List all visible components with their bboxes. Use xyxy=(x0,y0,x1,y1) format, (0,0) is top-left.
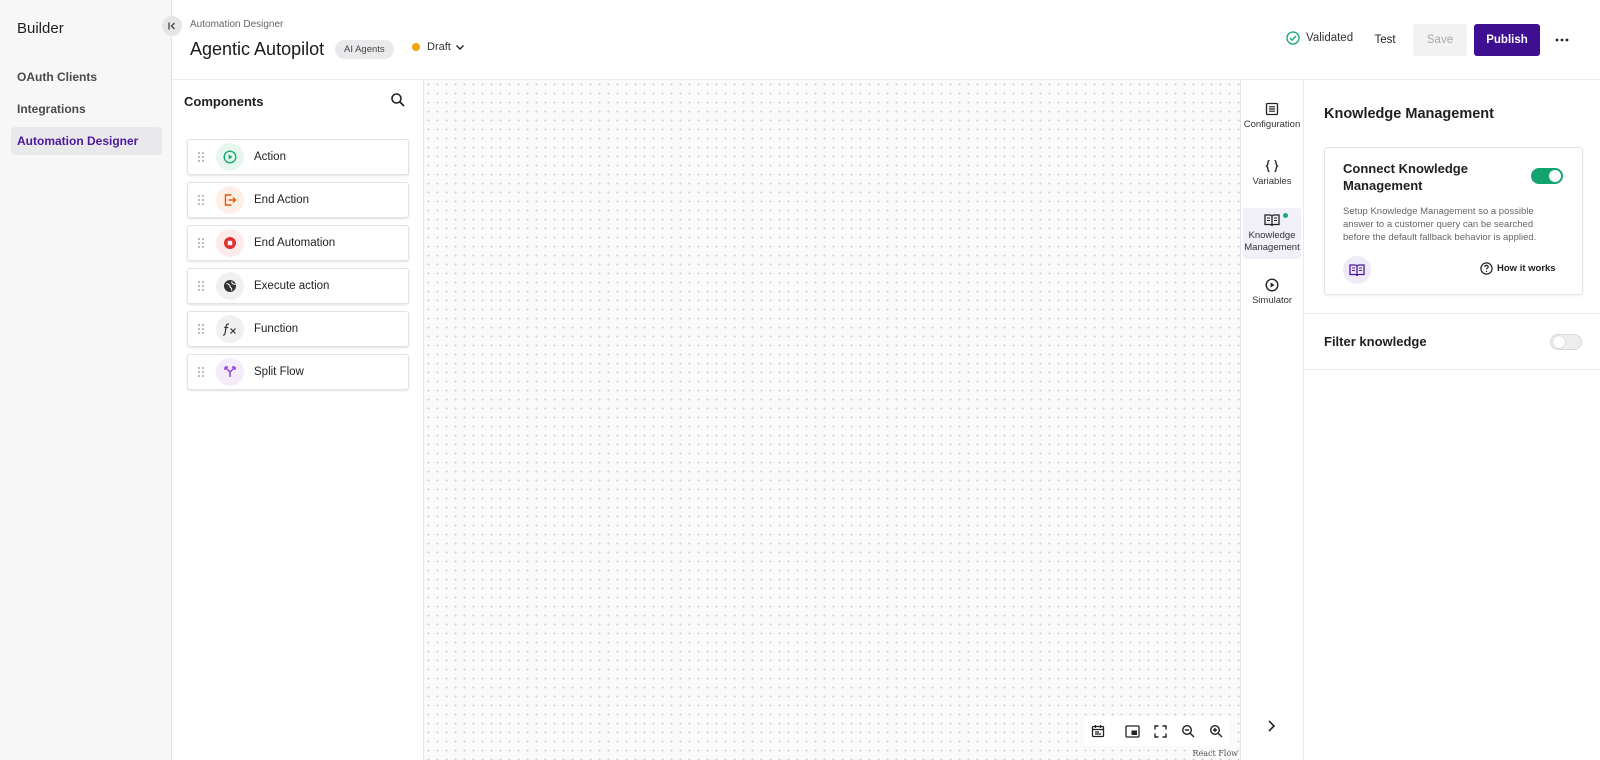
component-label: Action xyxy=(254,151,286,163)
filter-knowledge-toggle[interactable] xyxy=(1550,334,1582,350)
list-icon xyxy=(1265,102,1279,116)
drag-handle-icon[interactable] xyxy=(196,237,206,249)
sidebar-nav: OAuth Clients Integrations Automation De… xyxy=(11,63,162,159)
split-icon xyxy=(216,358,244,386)
toggle-knob xyxy=(1553,336,1565,348)
rail-label: Variables xyxy=(1252,176,1292,187)
check-circle-icon xyxy=(1286,31,1300,45)
component-action[interactable]: Action xyxy=(187,139,409,175)
globe-icon xyxy=(216,272,244,300)
component-label: Split Flow xyxy=(254,366,304,378)
chevron-right-icon xyxy=(1268,720,1276,732)
test-button[interactable]: Test xyxy=(1361,24,1409,56)
knowledge-book-badge xyxy=(1343,256,1371,284)
filter-knowledge-row: Filter knowledge xyxy=(1304,314,1600,370)
calendar-button[interactable] xyxy=(1084,716,1112,746)
page-title: Agentic Autopilot xyxy=(190,39,325,59)
component-execute-action[interactable]: Execute action xyxy=(187,268,409,304)
component-function[interactable]: Function xyxy=(187,311,409,347)
chevron-down-icon xyxy=(455,45,464,50)
calendar-icon xyxy=(1091,725,1105,738)
flow-canvas[interactable]: React Flow xyxy=(424,80,1240,760)
right-icon-rail: Configuration Variables Knowledge Manage… xyxy=(1240,80,1304,760)
play-circle-icon xyxy=(216,143,244,171)
connect-knowledge-toggle[interactable] xyxy=(1531,168,1563,184)
component-end-action[interactable]: End Action xyxy=(187,182,409,218)
filter-knowledge-label: Filter knowledge xyxy=(1324,334,1427,349)
knowledge-management-panel: Knowledge Management Connect Knowledge M… xyxy=(1304,80,1600,760)
sidebar-item-automation-designer[interactable]: Automation Designer xyxy=(11,127,162,155)
zoom-out-icon xyxy=(1181,724,1195,738)
rail-label: Simulator xyxy=(1251,295,1293,306)
drag-handle-icon[interactable] xyxy=(196,151,206,163)
connect-knowledge-card: Connect Knowledge Management Setup Knowl… xyxy=(1324,147,1583,295)
collapse-sidebar-button[interactable] xyxy=(162,16,182,36)
components-search-button[interactable] xyxy=(390,92,408,110)
save-button[interactable]: Save xyxy=(1413,24,1467,56)
component-label: End Automation xyxy=(254,237,336,249)
panel-title: Knowledge Management xyxy=(1324,106,1494,122)
exit-icon xyxy=(216,186,244,214)
minimap-icon xyxy=(1124,724,1140,738)
rail-item-knowledge-management[interactable]: Knowledge Management xyxy=(1243,208,1301,259)
search-icon xyxy=(391,93,405,107)
card-title: Connect Knowledge Management xyxy=(1343,161,1468,193)
how-it-works-label: How it works xyxy=(1497,263,1556,274)
toggle-knob xyxy=(1549,170,1561,182)
components-title: Components xyxy=(184,94,264,109)
components-panel: Components Action End Action End Automat… xyxy=(172,80,424,760)
sidebar-item-integrations[interactable]: Integrations xyxy=(11,95,162,123)
draft-status-dot xyxy=(412,43,420,51)
book-icon xyxy=(1264,214,1280,227)
breadcrumb[interactable]: Automation Designer xyxy=(190,19,283,30)
component-label: Execute action xyxy=(254,280,330,292)
help-circle-icon xyxy=(1480,262,1493,275)
component-split-flow[interactable]: Split Flow xyxy=(187,354,409,390)
collapse-left-icon xyxy=(168,22,175,30)
rail-label: Knowledge Management xyxy=(1244,230,1300,254)
component-end-automation[interactable]: End Automation xyxy=(187,225,409,261)
zoom-in-button[interactable] xyxy=(1202,716,1230,746)
drag-handle-icon[interactable] xyxy=(196,280,206,292)
component-label: Function xyxy=(254,323,299,335)
fit-view-button[interactable] xyxy=(1146,716,1174,746)
category-tag: AI Agents xyxy=(335,40,394,59)
more-horizontal-icon xyxy=(1555,38,1569,42)
rail-item-simulator[interactable]: Simulator xyxy=(1243,278,1301,307)
zoom-out-button[interactable] xyxy=(1174,716,1202,746)
stop-circle-icon xyxy=(216,229,244,257)
react-flow-attribution[interactable]: React Flow xyxy=(1192,749,1238,758)
publish-button[interactable]: Publish xyxy=(1474,24,1540,56)
status-dropdown[interactable]: Draft xyxy=(412,41,465,53)
drag-handle-icon[interactable] xyxy=(196,323,206,335)
canvas-controls xyxy=(1084,716,1230,746)
status-label: Draft xyxy=(427,41,451,53)
book-icon xyxy=(1349,264,1365,277)
component-label: End Action xyxy=(254,194,309,206)
page-header: Automation Designer Agentic Autopilot AI… xyxy=(172,0,1600,80)
rail-label: Configuration xyxy=(1243,119,1301,130)
braces-icon xyxy=(1265,159,1279,173)
expand-panel-button[interactable] xyxy=(1263,718,1281,736)
builder-sidebar: Builder OAuth Clients Integrations Autom… xyxy=(0,0,172,760)
validated-label: Validated xyxy=(1306,32,1354,44)
minimap-button[interactable] xyxy=(1118,716,1146,746)
play-circle-icon xyxy=(1265,278,1279,292)
sidebar-title: Builder xyxy=(17,20,64,37)
notification-dot xyxy=(1283,213,1288,218)
how-it-works-link[interactable]: How it works xyxy=(1480,262,1556,275)
more-options-button[interactable] xyxy=(1550,28,1574,52)
rail-item-configuration[interactable]: Configuration xyxy=(1243,102,1301,131)
zoom-in-icon xyxy=(1209,724,1223,738)
rail-item-variables[interactable]: Variables xyxy=(1243,159,1301,188)
drag-handle-icon[interactable] xyxy=(196,194,206,206)
drag-handle-icon[interactable] xyxy=(196,366,206,378)
components-list: Action End Action End Automation Execute… xyxy=(187,139,409,397)
fullscreen-icon xyxy=(1153,724,1167,738)
sidebar-item-oauth-clients[interactable]: OAuth Clients xyxy=(11,63,162,91)
card-description: Setup Knowledge Management so a possible… xyxy=(1343,206,1537,243)
function-icon xyxy=(216,315,244,343)
validation-status: Validated xyxy=(1286,31,1353,45)
